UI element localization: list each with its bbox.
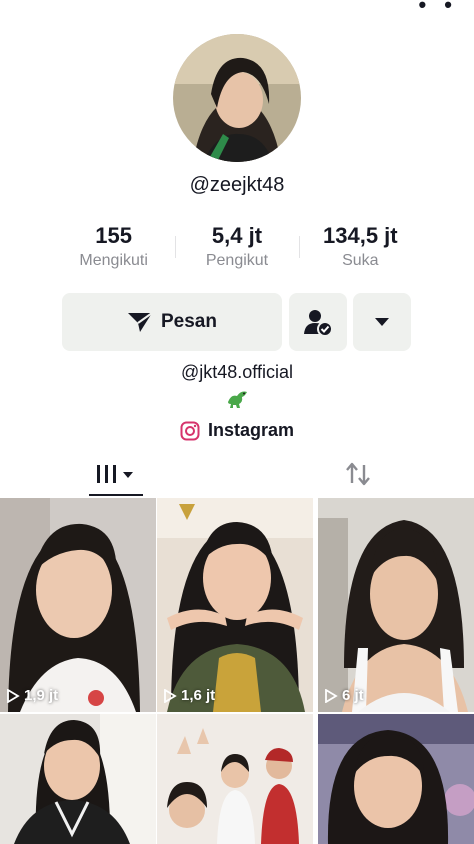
video-thumbnail-1[interactable]: 1,9 jt bbox=[0, 498, 156, 712]
message-button-label: Pesan bbox=[161, 311, 217, 332]
stat-followers-value: 5,4 jt bbox=[211, 223, 263, 248]
video-thumbnail-image bbox=[157, 498, 313, 712]
tab-videos[interactable] bbox=[88, 450, 144, 498]
profile-tabs bbox=[0, 450, 474, 498]
view-count-label: 1,6 jt bbox=[181, 687, 216, 704]
tab-repost[interactable] bbox=[330, 450, 386, 498]
instagram-label: Instagram bbox=[207, 420, 295, 440]
video-thumbnail-2[interactable]: 1,6 jt bbox=[157, 498, 313, 712]
stat-following-label: Mengikuti bbox=[79, 252, 148, 269]
video-thumbnail-image bbox=[0, 498, 156, 712]
video-thumbnail-5[interactable] bbox=[157, 714, 313, 844]
stat-following[interactable]: 155 Mengikuti bbox=[52, 222, 175, 278]
video-thumbnail-image bbox=[318, 714, 474, 844]
video-thumbnail-3[interactable]: 6 jt bbox=[318, 498, 474, 712]
active-tab-indicator bbox=[89, 494, 143, 496]
video-thumbnail-image bbox=[0, 714, 156, 844]
person-check-icon bbox=[304, 310, 333, 337]
play-icon bbox=[325, 688, 338, 703]
stat-followers-label: Pengikut bbox=[205, 252, 269, 269]
view-count: 1,9 jt bbox=[6, 687, 58, 704]
bio-link[interactable]: @jkt48.official bbox=[0, 362, 474, 383]
avatar[interactable] bbox=[173, 34, 301, 162]
stat-likes-value: 134,5 jt bbox=[323, 223, 398, 248]
video-thumbnail-image bbox=[157, 714, 313, 844]
video-thumbnail-4[interactable] bbox=[0, 714, 156, 844]
dinosaur-emoji bbox=[228, 391, 247, 408]
profile-stats: 155 Mengikuti 5,4 jt Pengikut 134,5 jt S… bbox=[52, 222, 422, 278]
stat-following-value: 155 bbox=[95, 223, 133, 248]
stat-likes[interactable]: 134,5 jt Suka bbox=[298, 222, 422, 278]
view-count-label: 1,9 jt bbox=[24, 687, 59, 704]
more-options-button[interactable] bbox=[353, 293, 411, 351]
play-icon bbox=[164, 688, 177, 703]
send-icon bbox=[128, 312, 153, 332]
instagram-icon bbox=[180, 421, 200, 440]
play-icon bbox=[7, 688, 20, 703]
avatar-image bbox=[173, 34, 301, 162]
profile-username: @zeejkt48 bbox=[189, 174, 285, 196]
instagram-link[interactable]: Instagram bbox=[0, 420, 474, 441]
view-count: 6 jt bbox=[324, 687, 364, 704]
view-count: 1,6 jt bbox=[163, 687, 215, 704]
video-thumbnail-6[interactable] bbox=[318, 714, 474, 844]
chevron-down-icon bbox=[123, 472, 133, 478]
caret-down-icon bbox=[375, 318, 389, 326]
grid-icon bbox=[97, 465, 133, 483]
view-count-label: 6 jt bbox=[342, 687, 364, 704]
follow-status-button[interactable] bbox=[289, 293, 347, 351]
message-button[interactable]: Pesan bbox=[62, 293, 282, 351]
repost-icon bbox=[346, 462, 370, 486]
stat-followers[interactable]: 5,4 jt Pengikut bbox=[175, 222, 298, 278]
video-thumbnail-image bbox=[318, 498, 474, 712]
status-bar-clipped: • • bbox=[418, 0, 458, 17]
stat-likes-label: Suka bbox=[342, 252, 379, 269]
